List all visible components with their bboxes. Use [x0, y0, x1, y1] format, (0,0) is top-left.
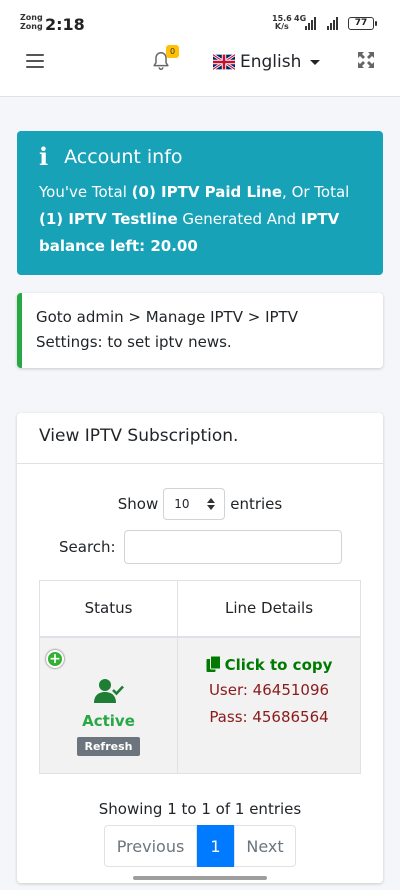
chevron-down-icon [310, 59, 321, 65]
search-input[interactable] [123, 530, 342, 564]
line-details-cell: Click to copy User: 46451096 Pass: 45686… [177, 636, 361, 774]
account-info-title: i Account info [39, 145, 361, 169]
pass-credential: Pass: 45686564 [209, 707, 329, 726]
card-title: View IPTV Subscription. [17, 413, 383, 464]
account-info-title-text: Account info [64, 146, 183, 168]
status-cell: + Active Refresh [39, 636, 178, 774]
info-icon: i [39, 142, 49, 171]
user-credential: User: 46451096 [208, 680, 330, 699]
status-active: Active [82, 711, 135, 730]
paid-line-count: (0) IPTV Paid Line [131, 183, 283, 201]
carrier-names: Zong Zong [20, 13, 43, 31]
uk-flag-icon [213, 54, 235, 70]
info-text-part: You've Total [39, 183, 132, 201]
show-label: Show [117, 495, 159, 513]
signal-icon [327, 16, 338, 30]
home-indicator[interactable] [133, 876, 267, 880]
expand-row-icon[interactable]: + [46, 649, 64, 668]
menu-icon[interactable] [26, 54, 44, 68]
page-1-button[interactable]: 1 [197, 825, 234, 867]
column-header-status[interactable]: Status [39, 580, 178, 638]
carrier-1: Zong [20, 13, 43, 22]
clock: 2:18 [45, 15, 85, 34]
table-row: + Active Refresh Click to copy User: 464… [39, 636, 361, 774]
entries-value: 10 [174, 497, 190, 511]
select-arrows-icon [207, 498, 216, 510]
search-label: Search: [59, 538, 116, 556]
signal-icon [305, 16, 316, 30]
language-label: English [240, 52, 302, 72]
testline-count: (1) IPTV Testline [39, 210, 178, 228]
entries-length-control: Show 10 entries [17, 488, 383, 520]
battery-icon: 77 [348, 17, 377, 30]
column-header-line-details[interactable]: Line Details [177, 580, 361, 638]
table-info: Showing 1 to 1 of 1 entries [98, 800, 302, 818]
entries-label: entries [230, 495, 283, 513]
notification-badge: 0 [166, 45, 179, 58]
expand-icon[interactable] [356, 50, 376, 70]
info-text-part: , Or Total [282, 183, 350, 201]
carrier-2: Zong [20, 22, 43, 31]
search-control: Search: [59, 530, 342, 564]
next-page-button[interactable]: Next [234, 825, 296, 867]
subscription-table: Status Line Details + Active Refresh Cli… [39, 580, 361, 774]
copy-label: Click to copy [224, 655, 333, 674]
table-header-row: Status Line Details [39, 580, 361, 638]
entries-select[interactable]: 10 [163, 488, 226, 520]
iptv-news-callout: Goto admin > Manage IPTV > IPTV Settings… [17, 293, 383, 368]
net-speed: 15.6 K/s [272, 15, 292, 31]
language-dropdown[interactable]: English [213, 51, 321, 73]
previous-page-button[interactable]: Previous [104, 825, 197, 867]
account-info-text: You've Total (0) IPTV Paid Line, Or Tota… [39, 179, 361, 260]
status-bar: Zong Zong 2:18 15.6 K/s 4G 77 [0, 0, 400, 44]
account-info-box: i Account info You've Total (0) IPTV Pai… [17, 131, 383, 275]
subscription-card: View IPTV Subscription. Show 10 entries … [17, 413, 383, 883]
refresh-button[interactable]: Refresh [76, 736, 141, 756]
pagination: Previous 1 Next [104, 825, 296, 867]
copy-icon [206, 656, 221, 672]
info-text-part: Generated And [177, 210, 301, 228]
top-navbar: 0 English [0, 44, 400, 97]
copy-button[interactable]: Click to copy [178, 656, 360, 674]
net-speed-unit: K/s [274, 22, 289, 31]
user-check-icon [93, 678, 124, 703]
